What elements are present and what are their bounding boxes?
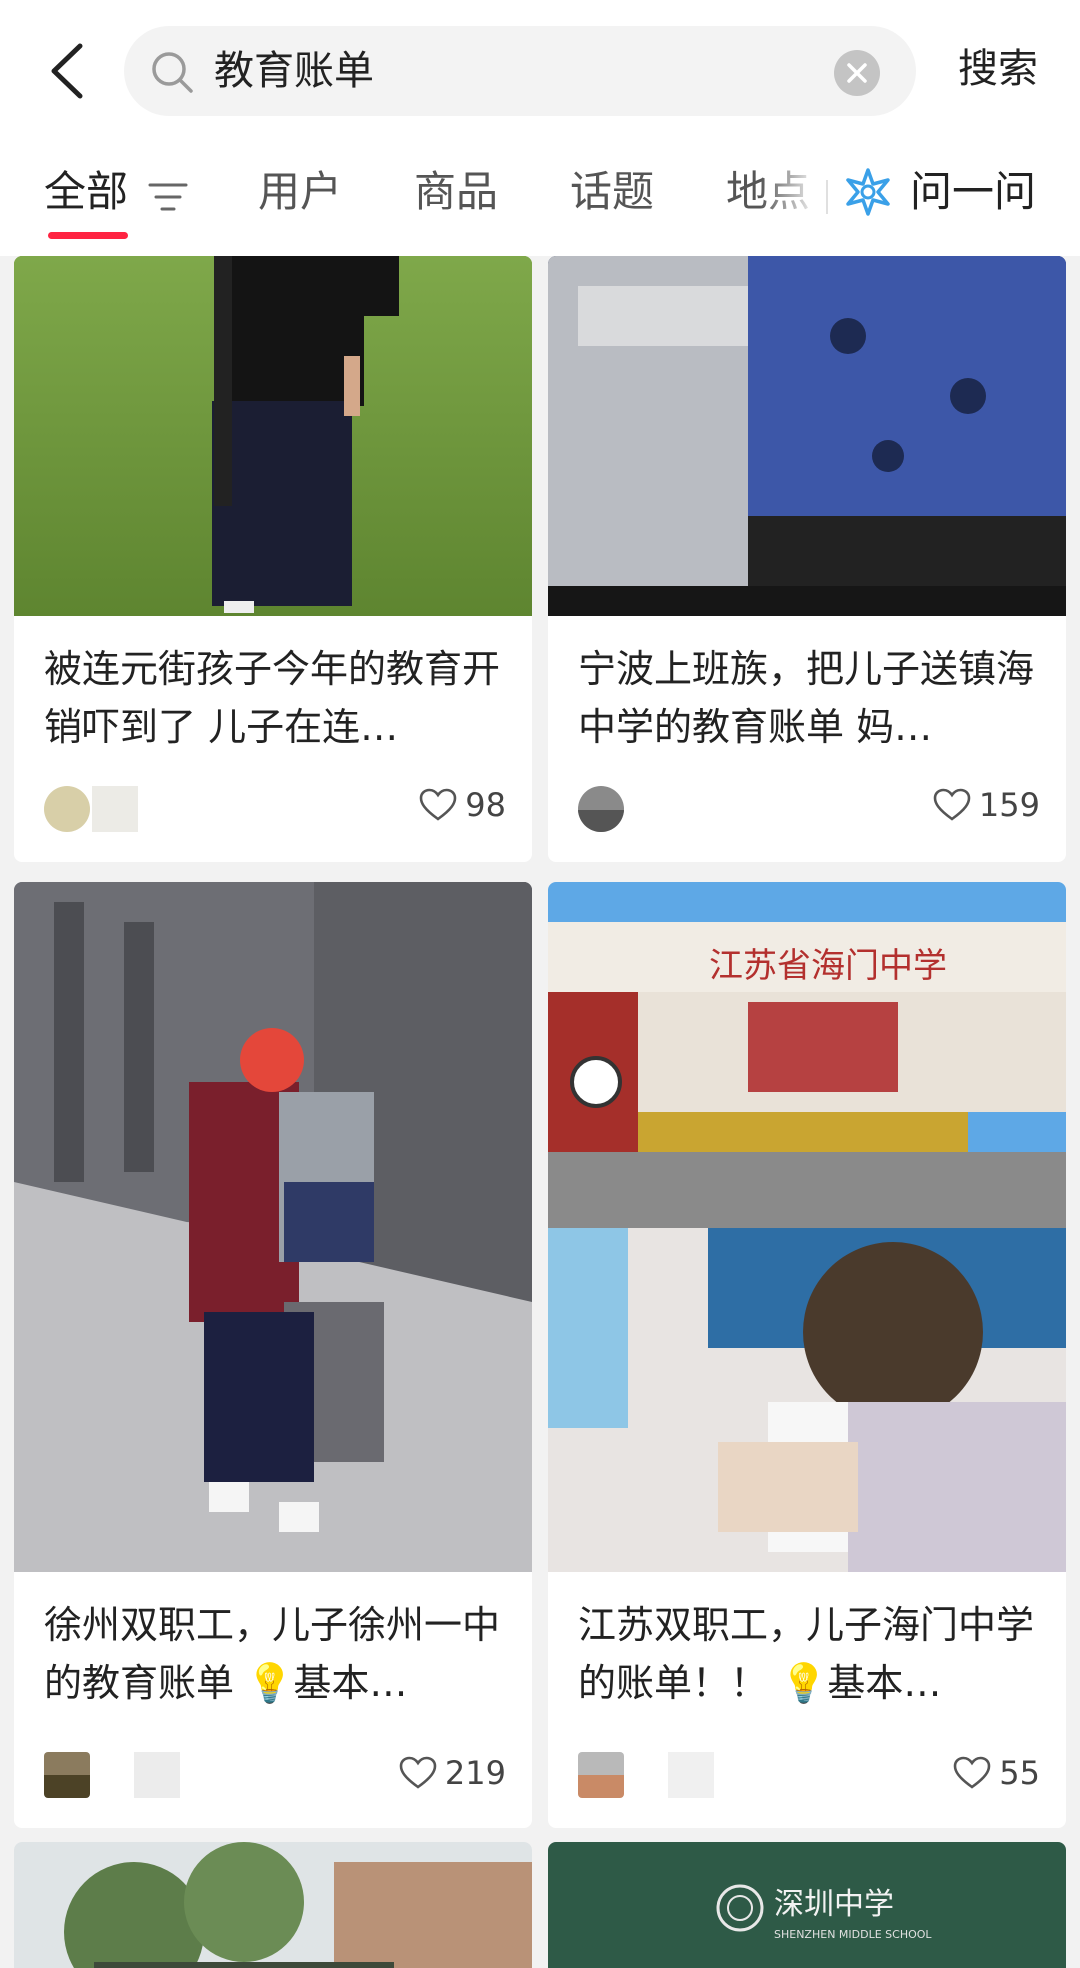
chevron-left-icon bbox=[51, 43, 83, 99]
note-card[interactable]: 被连元街孩子今年的教育开销吓到了 儿子在连… 98 bbox=[14, 256, 532, 862]
search-results-feed: 被连元街孩子今年的教育开销吓到了 儿子在连… 98 宁波上班族，把儿子送镇海中学… bbox=[0, 256, 1080, 1968]
note-card[interactable]: 徐州双职工，儿子徐州一中的教育账单 💡基本… 219 bbox=[14, 882, 532, 1828]
avatar[interactable] bbox=[44, 786, 90, 832]
like-button[interactable]: 55 bbox=[953, 1754, 1040, 1792]
note-cover-image[interactable] bbox=[14, 1842, 532, 1968]
like-count: 98 bbox=[465, 786, 506, 824]
note-cover-image[interactable] bbox=[14, 882, 532, 1572]
like-count: 159 bbox=[978, 786, 1040, 824]
active-tab-indicator bbox=[48, 232, 128, 239]
note-card[interactable] bbox=[14, 1842, 532, 1968]
tab-topics[interactable]: 话题 bbox=[570, 164, 654, 220]
avatar[interactable] bbox=[44, 1752, 90, 1798]
clear-search-button[interactable] bbox=[834, 50, 880, 96]
heart-icon bbox=[953, 1756, 991, 1789]
like-button[interactable]: 159 bbox=[933, 786, 1040, 824]
search-input[interactable]: 教育账单 bbox=[124, 26, 916, 116]
search-icon bbox=[152, 52, 193, 93]
like-button[interactable]: 98 bbox=[419, 786, 506, 824]
note-card[interactable]: 深圳中学 SHENZHEN MIDDLE SCHOOL bbox=[548, 1842, 1066, 1968]
search-button[interactable]: 搜索 bbox=[958, 44, 1038, 94]
school-gate-sign: 江苏省海门中学 bbox=[709, 946, 947, 986]
school-logo-english: SHENZHEN MIDDLE SCHOOL bbox=[774, 1928, 932, 1941]
search-query-text[interactable]: 教育账单 bbox=[214, 46, 374, 96]
heart-icon bbox=[933, 788, 971, 821]
note-title[interactable]: 宁波上班族，把儿子送镇海中学的教育账单 妈… bbox=[578, 640, 1040, 756]
heart-icon bbox=[399, 1756, 437, 1789]
like-button[interactable]: 219 bbox=[399, 1754, 506, 1792]
note-cover-image[interactable] bbox=[14, 256, 532, 616]
note-title[interactable]: 被连元街孩子今年的教育开销吓到了 儿子在连… bbox=[44, 640, 506, 756]
username-blurred bbox=[668, 1752, 714, 1798]
note-cover-image[interactable] bbox=[548, 256, 1066, 616]
note-title[interactable]: 徐州双职工，儿子徐州一中的教育账单 💡基本… bbox=[44, 1596, 506, 1712]
username-blurred bbox=[92, 786, 138, 832]
tab-goods[interactable]: 商品 bbox=[414, 164, 498, 220]
note-card[interactable]: 宁波上班族，把儿子送镇海中学的教育账单 妈… 159 bbox=[548, 256, 1066, 862]
tab-scroll-fade bbox=[760, 150, 830, 240]
close-icon bbox=[847, 63, 867, 83]
search-header: 教育账单 搜索 bbox=[0, 0, 1080, 140]
tab-all[interactable]: 全部 bbox=[44, 164, 128, 220]
filter-icon[interactable] bbox=[148, 180, 188, 214]
like-count: 219 bbox=[444, 1754, 506, 1792]
heart-icon bbox=[419, 788, 457, 821]
username-blurred bbox=[134, 1752, 180, 1798]
tab-users[interactable]: 用户 bbox=[258, 164, 342, 220]
school-logo-text: 深圳中学 bbox=[774, 1887, 894, 1922]
note-card[interactable]: 江苏省海门中学 江苏双职工，儿子海门中学的账单！！ 💡基本… 55 bbox=[548, 882, 1066, 1828]
back-button[interactable] bbox=[44, 40, 94, 102]
note-cover-image[interactable]: 江苏省海门中学 bbox=[548, 882, 1066, 1572]
tab-divider bbox=[826, 180, 828, 214]
avatar[interactable] bbox=[578, 786, 624, 832]
ask-button[interactable]: 问一问 bbox=[910, 164, 1036, 220]
avatar[interactable] bbox=[578, 1752, 624, 1798]
like-count: 55 bbox=[999, 1754, 1040, 1792]
note-cover-image[interactable]: 深圳中学 SHENZHEN MIDDLE SCHOOL bbox=[548, 1842, 1066, 1968]
note-title[interactable]: 江苏双职工，儿子海门中学的账单！！ 💡基本… bbox=[578, 1596, 1040, 1712]
filter-tabs: 全部 用户 商品 话题 地点 问一问 bbox=[0, 140, 1080, 256]
ai-star-icon[interactable] bbox=[842, 166, 894, 218]
